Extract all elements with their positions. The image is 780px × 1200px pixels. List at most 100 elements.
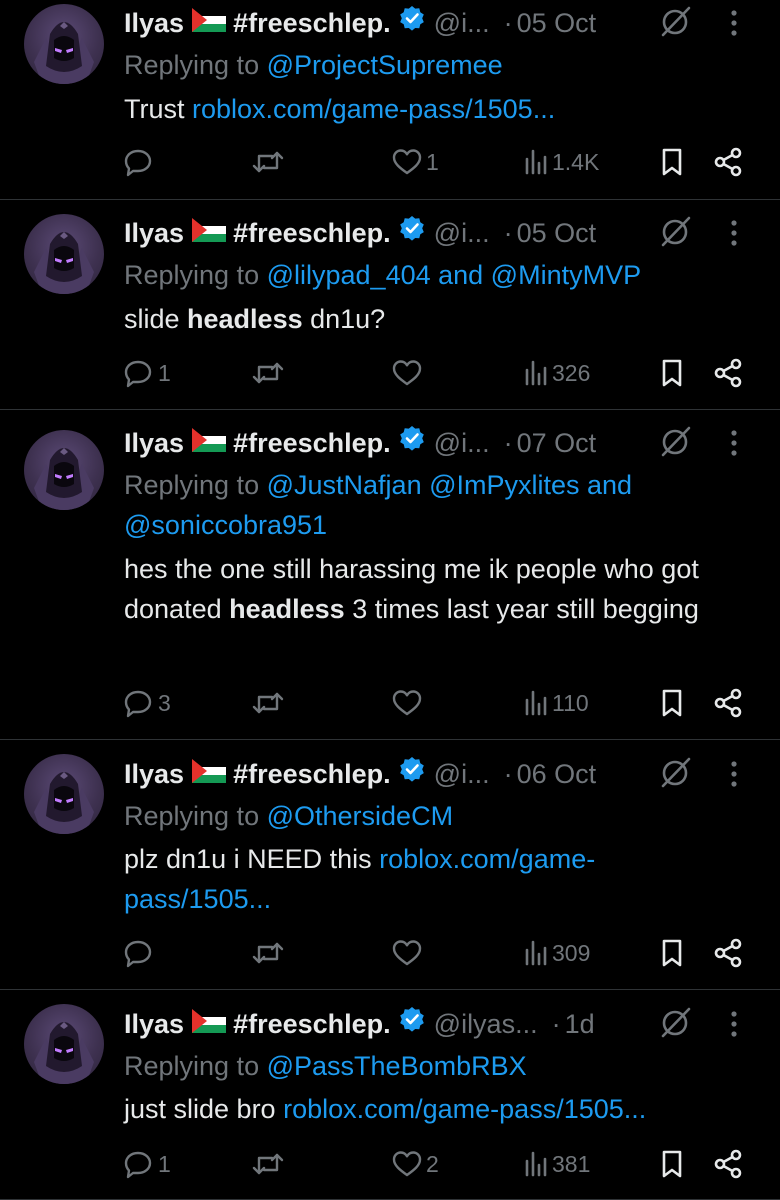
tweet-actions: 309 [124, 933, 760, 973]
timestamp[interactable]: 1d [565, 1004, 595, 1044]
author-handle[interactable]: @i... [434, 423, 490, 463]
share-button[interactable] [714, 1144, 742, 1184]
tweet-content: Ilyas #freeschlep. @ilyas... · 1d Replying… [124, 990, 760, 1200]
bookmark-button[interactable] [660, 142, 684, 182]
like-button[interactable]: 2 [392, 1144, 439, 1184]
share-button[interactable] [714, 142, 742, 182]
timestamp[interactable]: 05 Oct [517, 3, 597, 43]
share-button[interactable] [714, 683, 742, 723]
share-button[interactable] [714, 353, 742, 393]
share-icon [714, 688, 742, 718]
reply-button[interactable] [124, 142, 158, 182]
mention-link[interactable]: @ProjectSupremee [267, 50, 503, 80]
tweet[interactable]: Ilyas #freeschlep. @i... · 05 Oct Replying… [0, 0, 780, 200]
bookmark-button[interactable] [660, 353, 684, 393]
more-icon[interactable] [728, 8, 740, 43]
retweet-button[interactable] [252, 142, 284, 182]
timestamp[interactable]: 06 Oct [517, 754, 597, 794]
more-icon[interactable] [728, 1009, 740, 1044]
author-name[interactable]: Ilyas [124, 754, 184, 794]
tweet[interactable]: Ilyas #freeschlep. @ilyas... · 1d Replying… [0, 990, 780, 1200]
timestamp[interactable]: 05 Oct [517, 213, 597, 253]
verified-badge-icon [399, 1004, 426, 1044]
reply-button[interactable]: 3 [124, 683, 171, 723]
like-button[interactable] [392, 683, 426, 723]
views-button[interactable]: 309 [524, 933, 590, 973]
views-count: 309 [552, 939, 591, 966]
tweet-header: Ilyas #freeschlep. @ilyas... · 1d [124, 1004, 595, 1044]
author-tag[interactable]: #freeschlep. [233, 1004, 391, 1044]
replying-label: Replying to [124, 50, 260, 80]
views-button[interactable]: 326 [524, 353, 590, 393]
grok-icon[interactable] [659, 756, 691, 793]
mention-link[interactable]: @lilypad_404 and @MintyMVP [267, 260, 642, 290]
retweet-button[interactable] [252, 1144, 284, 1184]
grok-icon[interactable] [659, 5, 691, 42]
retweet-button[interactable] [252, 683, 284, 723]
bookmark-button[interactable] [660, 933, 684, 973]
more-icon[interactable] [728, 218, 740, 253]
reply-button[interactable]: 1 [124, 353, 171, 393]
tweet-header: Ilyas #freeschlep. @i... · 05 Oct [124, 213, 596, 253]
avatar[interactable] [24, 4, 104, 84]
bookmark-button[interactable] [660, 1144, 684, 1184]
tweet[interactable]: Ilyas #freeschlep. @i... · 06 Oct Replying… [0, 740, 780, 990]
grok-icon[interactable] [659, 215, 691, 252]
replying-to: Replying to @PassTheBombRBX [124, 1046, 724, 1086]
author-name[interactable]: Ilyas [124, 423, 184, 463]
author-name[interactable]: Ilyas [124, 3, 184, 43]
avatar[interactable] [24, 754, 104, 834]
views-button[interactable]: 1.4K [524, 142, 599, 182]
avatar[interactable] [24, 1004, 104, 1084]
author-handle[interactable]: @i... [434, 3, 490, 43]
author-name[interactable]: Ilyas [124, 213, 184, 253]
verified-badge-icon [399, 3, 426, 43]
tweet-actions: 1 326 [124, 353, 760, 393]
retweet-button[interactable] [252, 933, 284, 973]
retweet-button[interactable] [252, 353, 284, 393]
tweet-header: Ilyas #freeschlep. @i... · 06 Oct [124, 754, 596, 794]
views-count: 326 [552, 359, 591, 386]
tweet-link[interactable]: roblox.com/game-pass/1505... [283, 1094, 646, 1124]
dot-separator: · [503, 8, 513, 38]
more-icon[interactable] [728, 428, 740, 463]
tweet-text: slide headless dn1u? [124, 299, 730, 339]
share-button[interactable] [714, 933, 742, 973]
views-icon [524, 1149, 548, 1179]
tweet-link[interactable]: roblox.com/game-pass/1505... [192, 94, 555, 124]
mention-link[interactable]: @PassTheBombRBX [267, 1051, 527, 1081]
tweet-text: just slide bro roblox.com/game-pass/1505… [124, 1089, 730, 1129]
timestamp[interactable]: 07 Oct [517, 423, 597, 463]
views-icon [524, 147, 548, 177]
author-handle[interactable]: @i... [434, 754, 490, 794]
reply-button[interactable]: 1 [124, 1144, 171, 1184]
author-tag[interactable]: #freeschlep. [233, 3, 391, 43]
bookmark-button[interactable] [660, 683, 684, 723]
author-tag[interactable]: #freeschlep. [233, 213, 391, 253]
dot-separator: · [551, 1009, 561, 1039]
palestine-flag-icon [192, 423, 227, 463]
grok-icon[interactable] [659, 1006, 691, 1043]
more-icon[interactable] [728, 759, 740, 794]
author-handle[interactable]: @i... [434, 213, 490, 253]
mention-link[interactable]: @OthersideCM [267, 801, 453, 831]
avatar[interactable] [24, 430, 104, 510]
tweet[interactable]: Ilyas #freeschlep. @i... · 07 Oct Replying… [0, 410, 780, 740]
like-button[interactable] [392, 933, 426, 973]
tweet[interactable]: Ilyas #freeschlep. @i... · 05 Oct Replying… [0, 200, 780, 410]
like-icon [392, 147, 422, 177]
grok-icon[interactable] [659, 425, 691, 462]
reply-button[interactable] [124, 933, 158, 973]
like-button[interactable]: 1 [392, 142, 439, 182]
text-segment: plz dn1u i NEED this [124, 844, 380, 874]
text-segment: 3 times last year still begging [344, 594, 699, 624]
like-button[interactable] [392, 353, 426, 393]
author-handle[interactable]: @ilyas... [434, 1004, 538, 1044]
reply-icon [124, 358, 154, 388]
views-button[interactable]: 110 [524, 683, 589, 723]
avatar[interactable] [24, 214, 104, 294]
author-tag[interactable]: #freeschlep. [233, 423, 391, 463]
author-name[interactable]: Ilyas [124, 1004, 184, 1044]
author-tag[interactable]: #freeschlep. [233, 754, 391, 794]
views-button[interactable]: 381 [524, 1144, 590, 1184]
